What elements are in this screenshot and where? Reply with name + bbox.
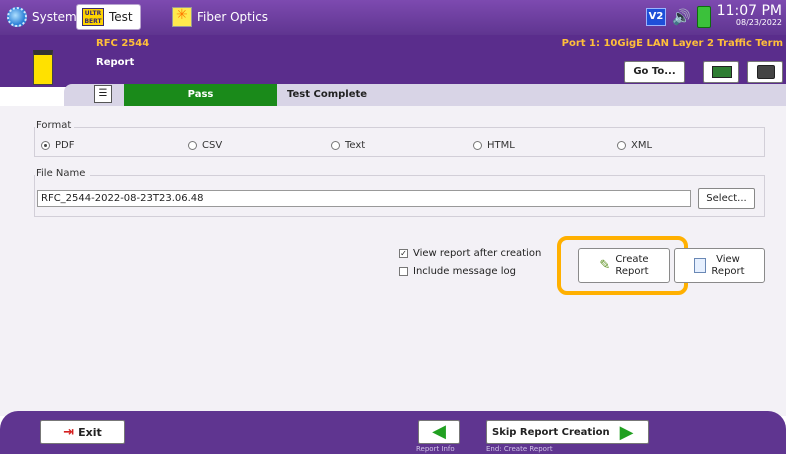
exit-icon: ⇥ xyxy=(63,424,75,440)
tab-system-label: System xyxy=(32,10,77,24)
status-area: V2 🔊 11:07 PM 08/23/2022 xyxy=(645,3,782,31)
create-report-button[interactable]: ✎ Create Report xyxy=(578,248,670,283)
view-after-creation-label: View report after creation xyxy=(413,248,542,259)
radio-csv[interactable]: CSV xyxy=(188,140,222,151)
tab-test-label: Test xyxy=(109,10,133,24)
battery-icon xyxy=(696,6,711,28)
arrow-left-icon: ◀ xyxy=(432,421,446,442)
radio-button-selected[interactable] xyxy=(41,141,50,150)
clock: 11:07 PM 08/23/2022 xyxy=(716,3,782,29)
radio-pdf-label: PDF xyxy=(55,140,75,151)
create-report-line1: Create xyxy=(615,253,649,265)
radio-text-label: Text xyxy=(345,140,366,151)
view-report-line1: View xyxy=(716,253,740,265)
view-report-label: View Report xyxy=(711,254,744,278)
test-state: Test Complete xyxy=(287,89,368,100)
port-label: Port 1: 10GigE LAN Layer 2 Traffic Term xyxy=(561,38,783,49)
speaker-icon[interactable]: 🔊 xyxy=(672,8,691,26)
screenshot-button[interactable] xyxy=(747,61,783,83)
radio-button[interactable] xyxy=(473,141,482,150)
view-after-creation-checkbox[interactable]: ✓ View report after creation xyxy=(399,248,541,259)
tab-fiber-optics[interactable]: Fiber Optics xyxy=(167,4,275,30)
pencil-icon: ✎ xyxy=(599,257,611,273)
document-view-icon xyxy=(694,258,707,273)
view-report-line2: Report xyxy=(711,265,745,277)
fiber-optics-icon xyxy=(172,7,192,27)
create-report-line2: Report xyxy=(615,265,649,277)
test-name: RFC 2544 xyxy=(96,38,150,49)
include-message-log-label: Include message log xyxy=(413,266,516,277)
test-app-icon xyxy=(33,50,53,85)
radio-button[interactable] xyxy=(188,141,197,150)
bert-icon: ULTR BERT xyxy=(82,8,104,26)
previous-caption: Report Info xyxy=(416,445,455,453)
radio-button[interactable] xyxy=(617,141,626,150)
top-bar: System ULTR BERT Test Fiber Optics V2 🔊 … xyxy=(0,0,786,35)
page-title: Report xyxy=(96,57,135,68)
select-file-button[interactable]: Select... xyxy=(698,188,755,209)
gear-icon xyxy=(7,7,27,27)
go-to-button[interactable]: Go To... xyxy=(624,61,685,83)
document-icon[interactable]: ☰ xyxy=(94,85,112,103)
previous-button[interactable]: ◀ xyxy=(418,420,460,444)
include-message-log-checkbox[interactable]: Include message log xyxy=(399,266,516,277)
link-status-button[interactable] xyxy=(703,61,739,83)
radio-html[interactable]: HTML xyxy=(473,140,515,151)
radio-xml-label: XML xyxy=(631,140,653,151)
radio-pdf[interactable]: PDF xyxy=(41,140,74,151)
next-caption: End: Create Report xyxy=(486,445,553,453)
arrow-right-icon: ▶ xyxy=(619,421,634,443)
network-badge[interactable]: V2 xyxy=(645,8,666,26)
checkbox-unchecked[interactable] xyxy=(399,267,408,276)
exit-label: Exit xyxy=(78,425,102,439)
create-report-label: Create Report xyxy=(615,254,648,278)
view-report-button[interactable]: View Report xyxy=(674,248,765,283)
radio-html-label: HTML xyxy=(487,140,515,151)
skip-report-creation-label: Skip Report Creation xyxy=(492,426,610,438)
checkbox-checked[interactable]: ✓ xyxy=(399,249,408,258)
header: RFC 2544 Report Port 1: 10GigE LAN Layer… xyxy=(0,35,786,87)
radio-button[interactable] xyxy=(331,141,340,150)
file-name-field[interactable]: RFC_2544-2022-08-23T23.06.48 xyxy=(37,190,691,207)
radio-csv-label: CSV xyxy=(202,140,223,151)
format-group xyxy=(34,127,765,157)
radio-xml[interactable]: XML xyxy=(617,140,652,151)
exit-button[interactable]: ⇥ Exit xyxy=(40,420,125,444)
tab-test[interactable]: ULTR BERT Test xyxy=(76,4,141,30)
result-badge: Pass xyxy=(124,84,277,106)
skip-report-creation-button[interactable]: Skip Report Creation ▶ xyxy=(486,420,649,444)
clock-time: 11:07 PM xyxy=(716,3,782,19)
tab-fiber-optics-label: Fiber Optics xyxy=(197,10,269,24)
radio-text[interactable]: Text xyxy=(331,140,365,151)
tab-system[interactable]: System xyxy=(2,4,84,30)
link-status-icon xyxy=(712,66,732,78)
camera-icon xyxy=(757,65,775,79)
